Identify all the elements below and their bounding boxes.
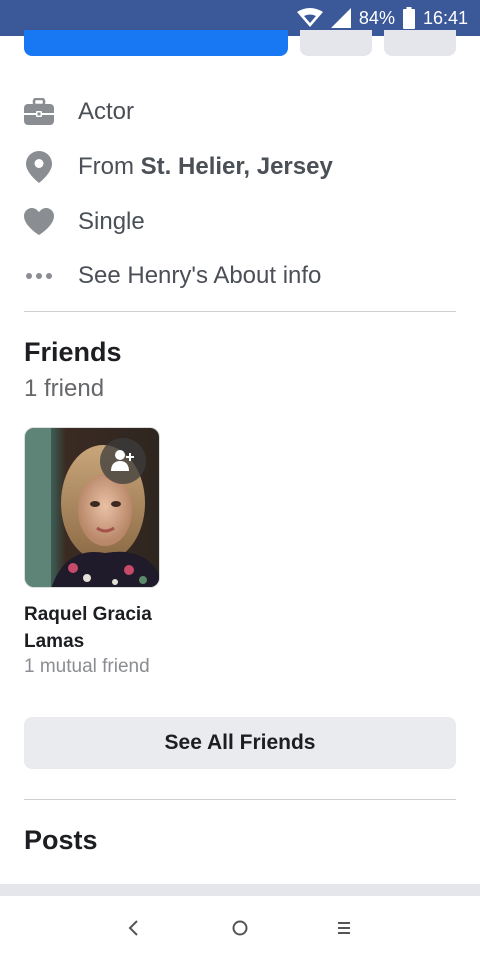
divider bbox=[24, 799, 456, 800]
location-pin-icon bbox=[24, 151, 54, 183]
divider bbox=[24, 311, 456, 312]
wifi-icon bbox=[296, 8, 323, 28]
work-text: Actor bbox=[78, 98, 135, 125]
section-separator bbox=[0, 884, 480, 896]
friend-name[interactable]: Raquel Gracia Lamas bbox=[24, 601, 194, 655]
back-icon[interactable] bbox=[114, 910, 154, 946]
see-all-friends-button[interactable]: See All Friends bbox=[24, 717, 456, 769]
signal-icon bbox=[330, 8, 351, 28]
heart-icon bbox=[24, 207, 54, 237]
mutual-friends: 1 mutual friend bbox=[24, 656, 150, 677]
about-info-text: See Henry's About info bbox=[78, 262, 322, 289]
friends-title[interactable]: Friends bbox=[24, 337, 122, 368]
battery-percent: 84% bbox=[358, 7, 395, 28]
message-button[interactable] bbox=[300, 30, 372, 56]
more-button[interactable] bbox=[384, 30, 456, 56]
home-icon[interactable] bbox=[220, 910, 260, 946]
about-from-row: From St. Helier, Jersey bbox=[24, 147, 456, 187]
navigation-bar bbox=[0, 896, 480, 960]
friends-count: 1 friend bbox=[24, 375, 105, 402]
relationship-text: Single bbox=[78, 208, 145, 235]
about-work-row: Actor bbox=[24, 92, 456, 132]
clock: 16:41 bbox=[422, 7, 468, 28]
primary-action-button[interactable] bbox=[24, 30, 288, 56]
posts-title: Posts bbox=[24, 825, 98, 855]
recents-icon[interactable] bbox=[324, 910, 364, 946]
about-relationship-row: Single bbox=[24, 202, 456, 242]
add-friend-icon bbox=[111, 450, 134, 471]
add-friend-button[interactable] bbox=[100, 438, 146, 484]
more-dots-icon bbox=[24, 261, 54, 291]
about-info-link[interactable]: See Henry's About info bbox=[24, 256, 456, 296]
briefcase-icon bbox=[24, 97, 54, 127]
from-text: From St. Helier, Jersey bbox=[78, 153, 333, 180]
hometown-link[interactable]: St. Helier, Jersey bbox=[141, 153, 333, 180]
battery-icon bbox=[402, 7, 415, 29]
